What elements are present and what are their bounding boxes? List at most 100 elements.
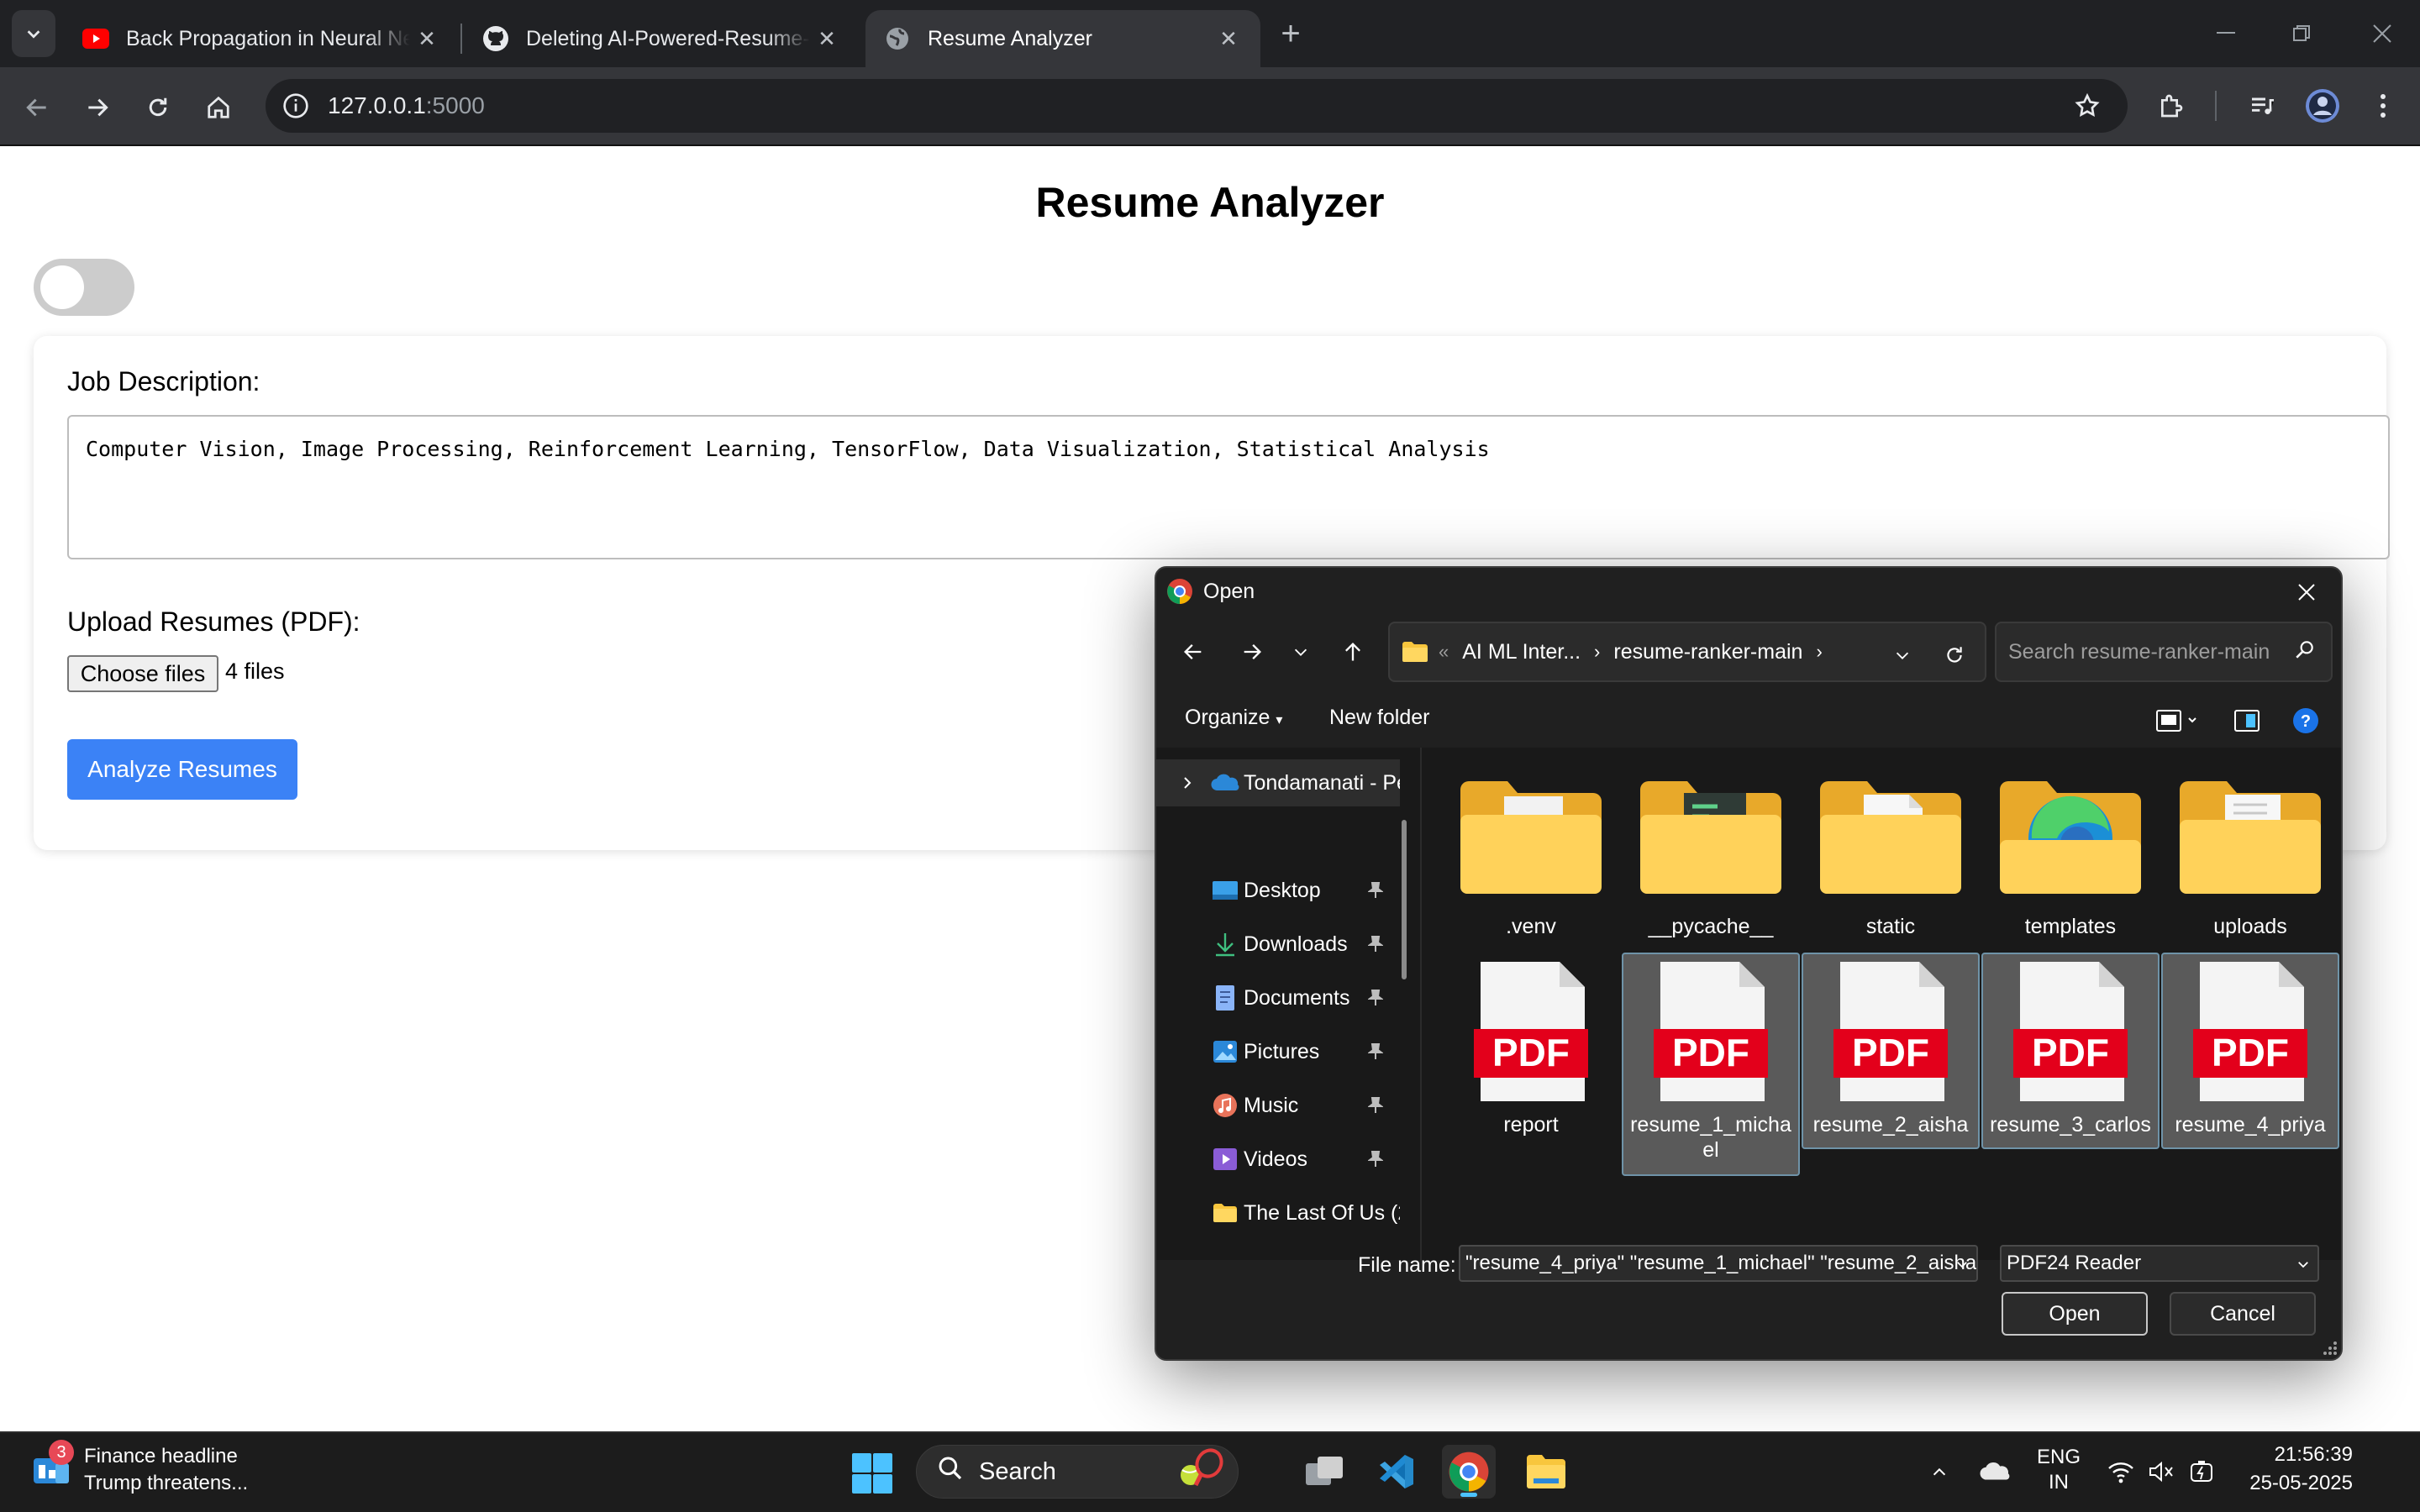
file-item-resume-1-michael[interactable]: PDF resume_1_michael bbox=[1622, 953, 1800, 1176]
choose-files-button[interactable]: Choose files bbox=[67, 655, 218, 692]
nav-item-desktop[interactable]: Desktop bbox=[1156, 867, 1400, 914]
address-bar[interactable]: 127.0.0.1:5000 bbox=[266, 79, 2128, 133]
tab-github[interactable]: Deleting AI-Powered-Resume-Ranker ✕ bbox=[464, 10, 859, 67]
help-button[interactable]: ? bbox=[2286, 701, 2326, 741]
file-item-resume-3-carlos[interactable]: PDF resume_3_carlos bbox=[1981, 953, 2160, 1149]
cancel-button[interactable]: Cancel bbox=[2170, 1292, 2316, 1336]
file-name: resume_3_carlos bbox=[1990, 1113, 2151, 1137]
nav-pane-scrollbar[interactable] bbox=[1402, 820, 1407, 979]
pin-icon[interactable] bbox=[1363, 936, 1388, 953]
nav-item-videos[interactable]: Videos bbox=[1156, 1136, 1400, 1183]
volume-status[interactable] bbox=[2143, 1452, 2180, 1492]
pin-icon[interactable] bbox=[1363, 990, 1388, 1006]
restore-button[interactable] bbox=[2264, 12, 2339, 55]
active-app-indicator bbox=[1460, 1493, 1477, 1497]
breadcrumb-segment[interactable]: AI ML Inter... bbox=[1462, 640, 1581, 664]
pin-icon[interactable] bbox=[1363, 1151, 1388, 1168]
new-tab-button[interactable]: + bbox=[1272, 15, 1309, 52]
breadcrumb-overflow[interactable]: « bbox=[1439, 641, 1449, 663]
clock-date[interactable]: 25-05-2025 bbox=[2235, 1472, 2353, 1495]
open-button[interactable]: Open bbox=[2002, 1292, 2148, 1336]
nav-item-pictures[interactable]: Pictures bbox=[1156, 1028, 1400, 1075]
job-description-label: Job Description: bbox=[67, 366, 260, 396]
folder-gear-icon bbox=[1455, 756, 1607, 912]
taskbar-search-box[interactable]: Search bbox=[916, 1445, 1239, 1499]
onedrive-tray-button[interactable] bbox=[1976, 1452, 2013, 1492]
dialog-titlebar[interactable] bbox=[1156, 568, 2341, 615]
search-placeholder: Search resume-ranker-main bbox=[2008, 639, 2270, 664]
show-hidden-icons-button[interactable] bbox=[1921, 1452, 1958, 1492]
tab-close-icon[interactable]: ✕ bbox=[1212, 22, 1245, 55]
file-item-report[interactable]: PDF report bbox=[1442, 953, 1620, 1139]
up-folder-button[interactable] bbox=[1333, 632, 1373, 672]
folder-item-templates[interactable]: templates bbox=[1981, 754, 2160, 941]
nav-item-onedrive[interactable]: Tondamanati - Personal bbox=[1156, 759, 1400, 806]
site-info-icon[interactable] bbox=[279, 89, 313, 123]
forward-button[interactable] bbox=[74, 84, 121, 131]
videos-icon bbox=[1210, 1144, 1240, 1174]
taskbar-task-view[interactable] bbox=[1297, 1445, 1351, 1499]
dialog-back-button[interactable] bbox=[1173, 632, 1213, 672]
bookmark-star-button[interactable] bbox=[2064, 82, 2111, 129]
new-folder-button[interactable]: New folder bbox=[1329, 706, 1430, 730]
recent-locations-button[interactable] bbox=[1281, 632, 1321, 672]
file-type-select[interactable]: PDF24 Reader bbox=[2000, 1245, 2319, 1282]
dialog-search-input[interactable]: Search resume-ranker-main bbox=[1995, 622, 2333, 682]
extensions-button[interactable] bbox=[2148, 82, 2195, 129]
tab-search-button[interactable] bbox=[12, 10, 55, 57]
start-button[interactable] bbox=[849, 1450, 896, 1497]
folder-item-static[interactable]: static bbox=[1802, 754, 1980, 941]
file-name-dropdown[interactable] bbox=[1949, 1252, 1975, 1277]
tab-close-icon[interactable]: ✕ bbox=[810, 22, 844, 55]
back-button[interactable] bbox=[13, 84, 60, 131]
change-view-button[interactable] bbox=[2148, 701, 2207, 741]
pin-icon[interactable] bbox=[1363, 1097, 1388, 1114]
organize-menu[interactable]: Organize ▾ bbox=[1185, 706, 1282, 730]
folder-item-pycache[interactable]: __pycache__ bbox=[1622, 754, 1800, 941]
page-title: Resume Analyzer bbox=[1035, 179, 1385, 226]
folder-item-uploads[interactable]: uploads bbox=[2161, 754, 2339, 941]
tab-backprop[interactable]: Back Propagation in Neural Network ✕ bbox=[64, 10, 459, 67]
file-name-input[interactable]: "resume_4_priya" "resume_1_michael" "res… bbox=[1459, 1245, 1978, 1282]
breadcrumb-segment[interactable]: resume-ranker-main bbox=[1613, 640, 1802, 664]
address-history-dropdown[interactable] bbox=[1886, 638, 1919, 672]
nav-item-music[interactable]: Music bbox=[1156, 1082, 1400, 1129]
analyze-resumes-button[interactable]: Analyze Resumes bbox=[67, 739, 297, 800]
taskbar-file-explorer[interactable] bbox=[1519, 1445, 1573, 1499]
chevron-right-icon[interactable] bbox=[1173, 776, 1202, 790]
window-close-button[interactable] bbox=[2344, 12, 2420, 55]
nav-item-downloads[interactable]: Downloads bbox=[1156, 921, 1400, 968]
dialog-refresh-button[interactable] bbox=[1938, 638, 1971, 672]
resize-grip-icon[interactable] bbox=[2321, 1339, 2338, 1356]
battery-status[interactable] bbox=[2183, 1452, 2220, 1492]
news-headline-title[interactable]: Finance headline bbox=[84, 1445, 238, 1468]
media-controls-button[interactable] bbox=[2238, 82, 2286, 129]
minimize-button[interactable] bbox=[2188, 12, 2264, 55]
pin-icon[interactable] bbox=[1363, 1043, 1388, 1060]
news-headline-subtitle[interactable]: Trump threatens... bbox=[84, 1472, 248, 1495]
folder-item-venv[interactable]: .venv bbox=[1442, 754, 1620, 941]
tab-resume-analyzer[interactable]: Resume Analyzer ✕ bbox=[865, 10, 1260, 67]
pin-icon[interactable] bbox=[1363, 882, 1388, 899]
theme-toggle[interactable] bbox=[34, 259, 134, 316]
file-item-resume-4-priya[interactable]: PDF resume_4_priya bbox=[2161, 953, 2339, 1149]
clock-time[interactable]: 21:56:39 bbox=[2252, 1443, 2353, 1467]
taskbar-chrome[interactable] bbox=[1442, 1445, 1496, 1499]
home-button[interactable] bbox=[195, 84, 242, 131]
nav-item-the-last-of-us[interactable]: The Last Of Us (2023) bbox=[1156, 1189, 1400, 1236]
file-item-resume-2-aisha[interactable]: PDF resume_2_aisha bbox=[1802, 953, 1980, 1149]
job-description-textarea[interactable]: Computer Vision, Image Processing, Reinf… bbox=[67, 415, 2390, 559]
reload-button[interactable] bbox=[134, 84, 182, 131]
profile-avatar[interactable] bbox=[2299, 82, 2346, 129]
file-type-dropdown[interactable] bbox=[2291, 1252, 2316, 1277]
nav-item-label: The Last Of Us (2023) bbox=[1244, 1200, 1400, 1225]
nav-item-documents[interactable]: Documents bbox=[1156, 974, 1400, 1021]
preview-pane-button[interactable] bbox=[2227, 701, 2267, 741]
tab-close-icon[interactable]: ✕ bbox=[410, 22, 444, 55]
chrome-menu-button[interactable] bbox=[2360, 82, 2407, 129]
dialog-close-button[interactable] bbox=[2287, 573, 2326, 612]
input-language-indicator[interactable]: ENG IN bbox=[2033, 1445, 2084, 1495]
taskbar-vscode[interactable] bbox=[1370, 1445, 1423, 1499]
dialog-forward-button[interactable] bbox=[1232, 632, 1272, 672]
wifi-status[interactable] bbox=[2102, 1452, 2139, 1492]
